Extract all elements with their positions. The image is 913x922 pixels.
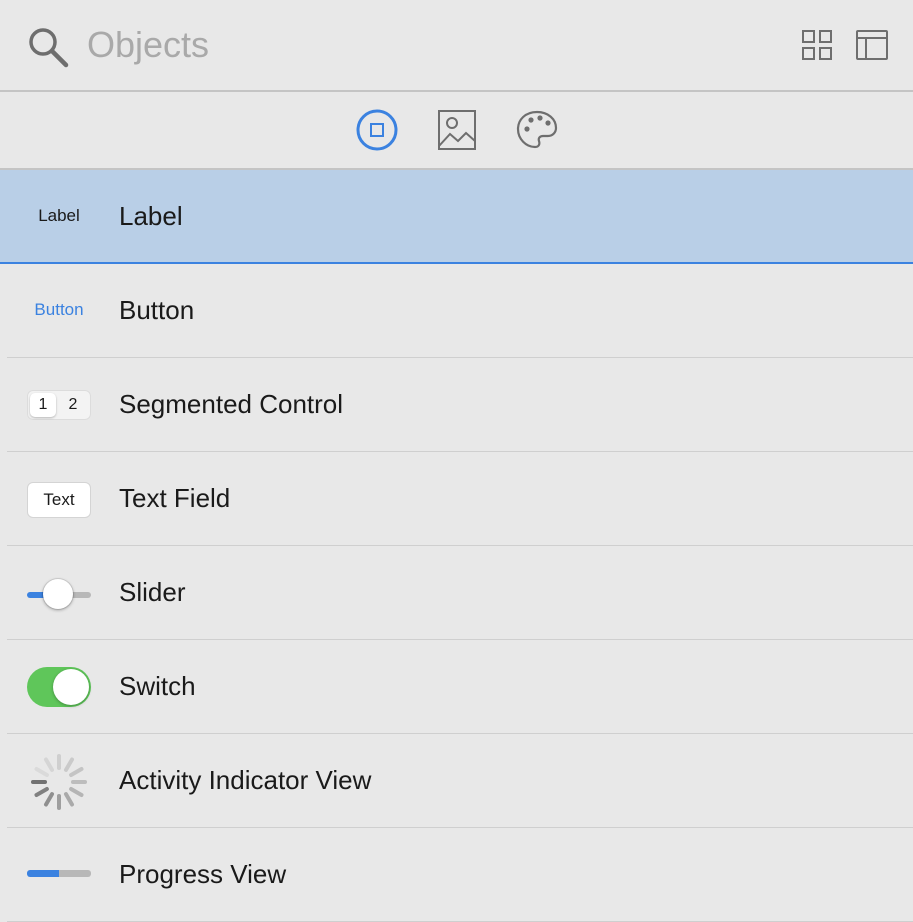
segment-1: 1 [30, 393, 56, 417]
list-item-text-field[interactable]: Text Text Field [7, 452, 913, 546]
text-field-thumbnail: Text [27, 482, 91, 518]
object-list: Label Label Button Button 1 2 Segmented … [0, 170, 913, 922]
progress-bar-track [59, 870, 91, 877]
label-thumbnail: Label [38, 206, 80, 225]
list-item-slider[interactable]: Slider [7, 546, 913, 640]
objects-icon[interactable] [355, 108, 399, 152]
segmented-control-thumbnail: 1 2 [27, 390, 91, 420]
list-item-title: Activity Indicator View [119, 765, 372, 795]
search-bar [0, 0, 913, 92]
segment-2: 2 [68, 396, 78, 413]
activity-indicator-icon [31, 754, 87, 810]
image-icon[interactable] [435, 108, 479, 152]
switch-knob [53, 669, 89, 705]
search-input[interactable] [87, 20, 737, 70]
sidebar-layout-icon[interactable] [855, 28, 889, 62]
list-item-progress-view[interactable]: Progress View [7, 828, 913, 922]
list-item-title: Slider [119, 577, 186, 607]
button-thumbnail: Button [34, 300, 84, 319]
list-item-title: Segmented Control [119, 389, 344, 419]
library-type-bar [0, 92, 913, 170]
list-item-title: Text Field [119, 483, 231, 513]
progress-bar-fill [27, 870, 59, 877]
list-item-title: Progress View [119, 859, 287, 889]
list-item-button[interactable]: Button Button [7, 264, 913, 358]
list-item-title: Label [119, 201, 183, 231]
palette-icon[interactable] [515, 108, 559, 152]
list-item-title: Button [119, 295, 195, 325]
list-item-activity-indicator[interactable]: Activity Indicator View [7, 734, 913, 828]
search-icon [29, 28, 69, 68]
grid-icon[interactable] [800, 28, 834, 62]
list-item-title: Switch [119, 671, 196, 701]
list-item-label[interactable]: Label Label [0, 170, 913, 264]
list-item-segmented-control[interactable]: 1 2 Segmented Control [7, 358, 913, 452]
slider-knob [43, 579, 73, 609]
switch-thumbnail [27, 667, 91, 707]
list-item-switch[interactable]: Switch [7, 640, 913, 734]
